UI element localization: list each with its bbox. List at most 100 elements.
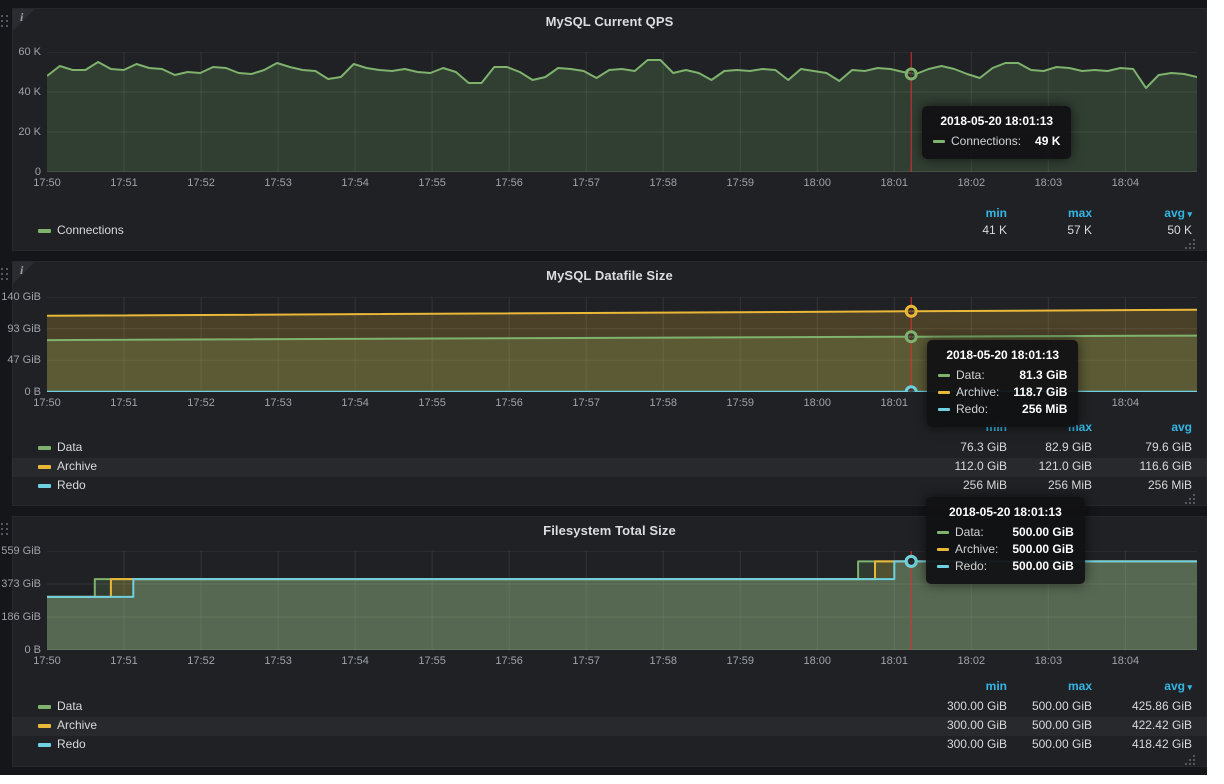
series-color-dash [38,465,51,469]
tooltip-timestamp: 2018-05-20 18:01:13 [937,505,1074,519]
legend-stat-value: 112.0 GiB [917,459,1007,473]
panel-info-icon[interactable]: i [13,9,35,31]
legend-header-avg[interactable]: avg ▾ [1122,679,1192,693]
tooltip-series-name: Redo: [956,402,988,416]
legend-stat-value: 256 MiB [917,478,1007,492]
legend-series-name[interactable]: Data [57,699,82,713]
legend-header-max[interactable]: max [1022,679,1092,693]
legend-stat-value: 300.00 GiB [917,699,1007,713]
legend-series-name[interactable]: Connections [57,223,124,237]
tooltip-series-value: 256 MiB [1008,402,1067,416]
tooltip-series-value: 500.00 GiB [998,559,1073,573]
panel-resize-handle[interactable] [1193,755,1195,757]
tooltip-series-name: Data: [955,525,984,539]
tooltip-series-value: 81.3 GiB [1005,368,1067,382]
legend-header-avg[interactable]: avg ▾ [1122,206,1192,220]
series-color-dash-icon [937,548,949,551]
tooltip-series-name: Archive: [955,542,998,556]
series-color-dash-icon [938,391,950,394]
legend-stat-value: 116.6 GiB [1102,459,1192,473]
x-axis-label: 17:56 [484,655,534,667]
tooltip-row: Redo: 256 MiB [938,402,1067,416]
series-color-dash-icon [937,531,949,534]
panel-title-mysql-current-qps[interactable]: MySQL Current QPS [12,14,1207,29]
x-axis-label: 18:03 [1023,177,1073,189]
x-axis-label: 18:00 [792,397,842,409]
legend-header-max[interactable]: max [1022,206,1092,220]
legend-stat-value: 256 MiB [1002,478,1092,492]
legend-series-name[interactable]: Redo [57,737,86,751]
x-axis-label: 17:55 [407,655,457,667]
series-color-dash [38,724,51,728]
tooltip-datafile-size: 2018-05-20 18:01:13 Data:81.3 GiBArchive… [927,340,1078,427]
x-axis-label: 17:50 [22,655,72,667]
legend-series-name[interactable]: Redo [57,478,86,492]
x-axis-label: 17:54 [330,177,380,189]
panel-info-icon[interactable]: i [13,262,35,284]
x-axis-label: 18:02 [946,177,996,189]
legend-series-name[interactable]: Archive [57,718,97,732]
tooltip-filesystem-size: 2018-05-20 18:01:13 Data:500.00 GiBArchi… [926,497,1085,584]
grafana-dashboard: MySQL Current QPS MySQL Datafile Size Fi… [0,0,1207,775]
legend-header-min[interactable]: min [937,206,1007,220]
tooltip-series-value: 49 K [1021,134,1060,148]
legend-stat-value: 79.6 GiB [1102,440,1192,454]
y-axis-label: 47 GiB [1,354,41,366]
x-axis-label: 18:00 [792,177,842,189]
x-axis-label: 18:02 [946,655,996,667]
legend-header-min[interactable]: min [937,679,1007,693]
tooltip-series-value: 118.7 GiB [999,385,1067,399]
y-axis-label: 40 K [1,86,41,98]
series-color-dash-icon [938,408,950,411]
x-axis-label: 17:52 [176,177,226,189]
series-color-dash-icon [938,374,950,377]
legend-series-name[interactable]: Data [57,440,82,454]
x-axis-label: 18:03 [1023,655,1073,667]
tooltip-row: Data:500.00 GiB [937,525,1074,539]
legend-stat-value: 300.00 GiB [917,737,1007,751]
tooltip-row: Archive:500.00 GiB [937,542,1074,556]
x-axis-label: 17:58 [638,397,688,409]
y-axis-label: 559 GiB [1,545,41,557]
legend-stat-value: 256 MiB [1102,478,1192,492]
x-axis-label: 17:52 [176,397,226,409]
x-axis-label: 17:54 [330,397,380,409]
series-color-dash [38,446,51,450]
x-axis-label: 17:53 [253,655,303,667]
series-color-dash [38,484,51,488]
x-axis-label: 17:58 [638,177,688,189]
x-axis-label: 17:58 [638,655,688,667]
x-axis-label: 18:01 [869,655,919,667]
y-axis-label: 140 GiB [1,291,41,303]
x-axis-label: 17:55 [407,397,457,409]
legend-stat-value: 41 K [917,223,1007,237]
legend-series-name[interactable]: Archive [57,459,97,473]
x-axis-label: 17:55 [407,177,457,189]
x-axis-label: 17:59 [715,655,765,667]
legend-stat-value: 500.00 GiB [1002,718,1092,732]
x-axis-label: 18:04 [1100,397,1150,409]
x-axis-label: 17:51 [99,397,149,409]
series-color-dash-icon [933,140,945,143]
x-axis-label: 17:53 [253,397,303,409]
y-axis-label: 373 GiB [1,578,41,590]
y-axis-label: 60 K [1,46,41,58]
sort-caret-icon: ▾ [1185,209,1192,219]
x-axis-label: 17:57 [561,655,611,667]
legend-header-avg[interactable]: avg [1122,420,1192,434]
panel-drag-handle-dots[interactable] [1,268,3,270]
tooltip-row: Redo:500.00 GiB [937,559,1074,573]
panel-title-mysql-datafile-size[interactable]: MySQL Datafile Size [12,268,1207,283]
tooltip-series-value: 500.00 GiB [998,542,1073,556]
tooltip-qps: 2018-05-20 18:01:13 Connections:49 K [922,106,1071,159]
legend-stat-value: 300.00 GiB [917,718,1007,732]
tooltip-series-name: Data: [956,368,985,382]
tooltip-row: Archive:118.7 GiB [938,385,1067,399]
tooltip-row: Data: 81.3 GiB [938,368,1067,382]
y-axis-label: 93 GiB [1,323,41,335]
panel-resize-handle[interactable] [1193,494,1195,496]
panel-drag-handle-dots[interactable] [1,15,3,17]
x-axis-label: 17:51 [99,177,149,189]
panel-resize-handle[interactable] [1193,239,1195,241]
panel-drag-handle-dots[interactable] [1,523,3,525]
